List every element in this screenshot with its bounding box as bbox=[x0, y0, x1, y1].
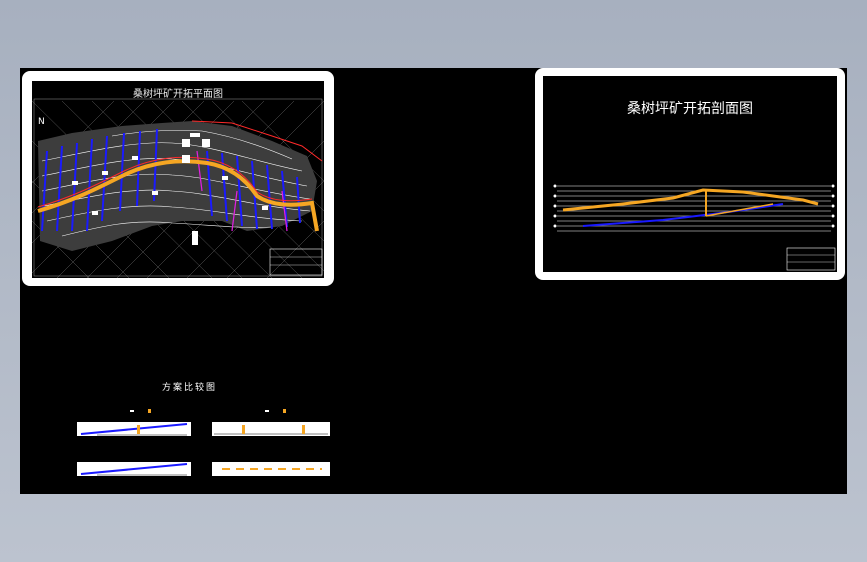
plan-drawing-area: 桑树坪矿开拓平面图 N bbox=[32, 81, 324, 278]
comparison-panel-2[interactable] bbox=[212, 422, 330, 436]
plan-map-graphic bbox=[32, 98, 324, 278]
comparison-title: 方案比较图 bbox=[162, 383, 218, 393]
panel-1-marker bbox=[130, 409, 151, 413]
cad-model-space[interactable]: 桑树坪矿开拓平面图 N 桑树坪矿开拓剖面图 方案比较图 bbox=[20, 68, 847, 494]
section-roadway bbox=[562, 188, 819, 212]
plan-drawing-sheet[interactable]: 桑树坪矿开拓平面图 N bbox=[22, 71, 334, 286]
section-drawing-sheet[interactable]: 桑树坪矿开拓剖面图 bbox=[535, 68, 845, 280]
comparison-panel-4[interactable] bbox=[212, 462, 330, 476]
panel-2-marker bbox=[265, 409, 286, 413]
section-graphic bbox=[553, 184, 836, 271]
section-drawing-area: 桑树坪矿开拓剖面图 bbox=[543, 76, 837, 272]
comparison-panel-3[interactable] bbox=[77, 462, 191, 476]
comparison-panel-1[interactable] bbox=[77, 422, 191, 436]
